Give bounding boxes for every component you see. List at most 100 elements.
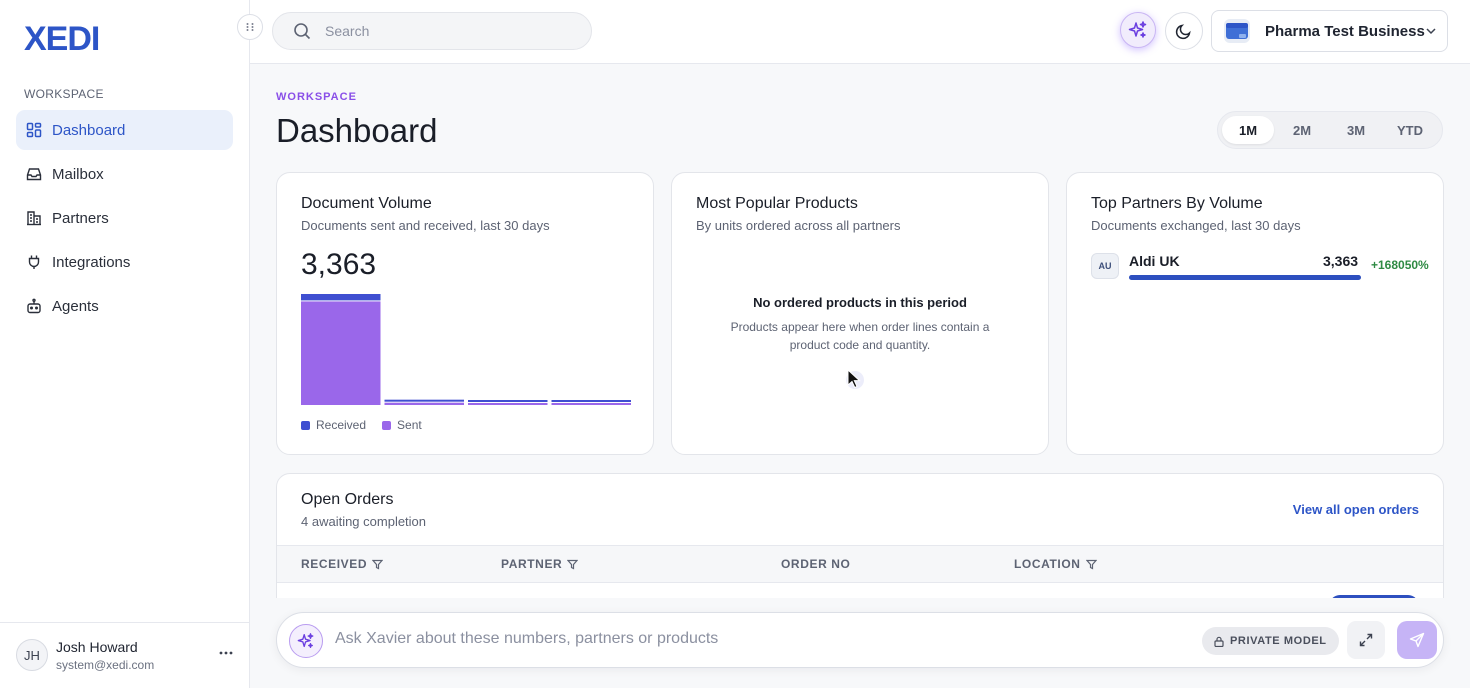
sparkle-icon xyxy=(1128,20,1148,40)
avatar: JH xyxy=(16,639,48,671)
business-switcher[interactable]: Pharma Test Business xyxy=(1211,10,1448,52)
business-name: Pharma Test Business xyxy=(1265,22,1425,40)
column-label: RECEIVED xyxy=(301,557,368,571)
chart-legend: Received Sent xyxy=(301,418,438,432)
logo-text: XEDI xyxy=(24,20,99,54)
bar-sent-1[interactable] xyxy=(384,402,465,405)
expand-button[interactable] xyxy=(1347,621,1385,659)
sidebar-item-integrations[interactable]: Integrations xyxy=(16,242,233,282)
orders-title: Open Orders xyxy=(301,491,394,508)
sidebar-nav: Dashboard Mailbox Partners Integrations … xyxy=(16,110,233,330)
bot-icon xyxy=(25,297,43,315)
column-label: LOCATION xyxy=(1014,557,1081,571)
orders-subtitle: 4 awaiting completion xyxy=(301,514,427,529)
card-title: Most Popular Products xyxy=(696,195,858,212)
partner-count: 3,363 xyxy=(1323,253,1359,269)
expand-icon xyxy=(1359,633,1373,647)
card-title: Document Volume xyxy=(301,195,432,212)
sidebar-item-partners[interactable]: Partners xyxy=(16,198,233,238)
column-location[interactable]: LOCATION xyxy=(1014,557,1097,571)
private-model-badge[interactable]: PRIVATE MODEL xyxy=(1202,627,1339,655)
volume-chart xyxy=(301,293,631,406)
range-3m[interactable]: 3M xyxy=(1330,116,1382,144)
empty-state-description: Products appear here when order lines co… xyxy=(730,320,990,352)
plug-icon xyxy=(25,253,43,271)
theme-toggle-button[interactable] xyxy=(1165,12,1203,50)
send-button[interactable] xyxy=(1397,621,1437,659)
grid-icon xyxy=(25,121,43,139)
partner-share-bar xyxy=(1129,275,1361,280)
more-icon[interactable] xyxy=(218,645,234,661)
range-2m[interactable]: 2M xyxy=(1276,116,1328,144)
bar-sent-3[interactable] xyxy=(551,403,632,405)
inbox-icon xyxy=(25,165,43,183)
sidebar-item-label: Partners xyxy=(52,209,109,227)
topbar: Pharma Test Business xyxy=(250,0,1470,64)
sparkle-icon xyxy=(289,624,323,658)
sidebar-item-agents[interactable]: Agents xyxy=(16,286,233,326)
send-icon xyxy=(1409,632,1425,648)
user-profile[interactable]: JH Josh Howard system@xedi.com xyxy=(0,622,249,688)
column-received[interactable]: RECEIVED xyxy=(301,557,384,571)
partner-row[interactable]: AU Aldi UK 3,363 +168050% xyxy=(1091,253,1441,283)
sidebar-item-label: Integrations xyxy=(52,253,131,271)
column-label: ORDER NO xyxy=(781,557,851,571)
business-logo-icon xyxy=(1224,19,1250,43)
card-subtitle: Documents exchanged, last 30 days xyxy=(1091,218,1301,233)
orders-table-header: RECEIVED PARTNER ORDER NO LOCATION xyxy=(277,545,1443,583)
chevron-down-icon xyxy=(1425,25,1437,37)
bar-received-2[interactable] xyxy=(468,400,548,402)
card-subtitle: Documents sent and received, last 30 day… xyxy=(301,218,550,233)
bar-received-0[interactable] xyxy=(301,294,381,301)
column-partner[interactable]: PARTNER xyxy=(501,557,579,571)
user-name: Josh Howard xyxy=(56,639,138,655)
ai-assistant-button[interactable] xyxy=(1120,12,1156,48)
bar-received-1[interactable] xyxy=(384,399,465,402)
legend-swatch xyxy=(382,420,392,430)
lock-icon xyxy=(1214,636,1224,647)
column-order-no[interactable]: ORDER NO xyxy=(781,557,850,571)
drag-handle-icon xyxy=(245,22,255,32)
partner-badge: AU xyxy=(1091,253,1119,279)
private-model-label: PRIVATE MODEL xyxy=(1230,635,1327,647)
bar-sent-0[interactable] xyxy=(301,301,381,405)
partner-delta: +168050% xyxy=(1371,258,1429,272)
page-eyebrow: WORKSPACE xyxy=(276,91,357,103)
filter-icon[interactable] xyxy=(1085,559,1097,570)
bar-received-3[interactable] xyxy=(551,400,632,402)
sidebar-item-label: Mailbox xyxy=(52,165,104,183)
card-subtitle: By units ordered across all partners xyxy=(696,218,901,233)
card-title: Top Partners By Volume xyxy=(1091,195,1263,212)
filter-icon[interactable] xyxy=(372,559,384,570)
page-title: Dashboard xyxy=(276,112,438,149)
legend-swatch xyxy=(301,420,310,430)
sidebar-collapse-button[interactable] xyxy=(237,14,263,40)
legend-received: Received xyxy=(301,418,366,432)
top-partners-card: Top Partners By Volume Documents exchang… xyxy=(1066,172,1444,455)
legend-sent: Sent xyxy=(382,418,422,432)
search-icon xyxy=(293,22,311,40)
xedi-logo[interactable]: XEDI xyxy=(24,20,110,54)
bar-sent-2[interactable] xyxy=(468,403,548,405)
range-1m[interactable]: 1M xyxy=(1222,116,1274,144)
sidebar-item-mailbox[interactable]: Mailbox xyxy=(16,154,233,194)
partner-share-fill xyxy=(1129,275,1361,280)
sidebar-item-dashboard[interactable]: Dashboard xyxy=(16,110,233,150)
user-email: system@xedi.com xyxy=(56,658,155,672)
search-input[interactable] xyxy=(325,23,555,39)
view-all-orders-link[interactable]: View all open orders xyxy=(1293,502,1419,517)
building-icon xyxy=(25,209,43,227)
range-ytd[interactable]: YTD xyxy=(1384,116,1436,144)
search-box[interactable] xyxy=(272,12,592,50)
sidebar: XEDI WORKSPACE Dashboard Mailbox Partner… xyxy=(0,0,250,688)
moon-icon xyxy=(1175,22,1193,40)
filter-icon[interactable] xyxy=(567,559,579,570)
sidebar-section-label: WORKSPACE xyxy=(24,87,104,101)
ask-xavier-bar: PRIVATE MODEL xyxy=(276,612,1444,668)
sidebar-item-label: Dashboard xyxy=(52,121,126,139)
ask-input[interactable] xyxy=(335,630,1035,648)
column-label: PARTNER xyxy=(501,557,563,571)
popular-products-card: Most Popular Products By units ordered a… xyxy=(671,172,1049,455)
legend-label: Sent xyxy=(397,418,422,432)
partner-name: Aldi UK xyxy=(1129,253,1180,269)
